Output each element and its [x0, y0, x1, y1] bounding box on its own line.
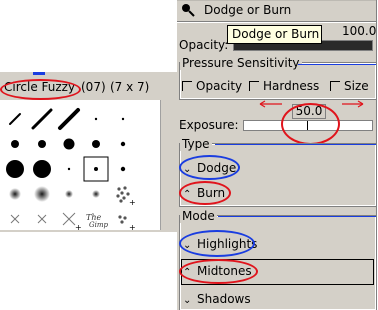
brush-pepper-icon[interactable]: + — [110, 181, 136, 207]
pressure-size-checkbox[interactable]: Size — [330, 79, 369, 93]
annotation-ellipse-exposure — [281, 103, 340, 145]
group-accent-line — [298, 64, 376, 65]
brush-cross-large-icon[interactable]: + — [56, 206, 82, 232]
annotation-ellipse-highlights — [179, 230, 255, 257]
brush-dot-small-icon[interactable] — [110, 131, 136, 157]
brush-dot-tiny-icon[interactable] — [83, 106, 109, 132]
pressure-opacity-checkbox[interactable]: Opacity — [182, 79, 242, 93]
annotation-ellipse-dodge — [179, 155, 240, 180]
arrow-left-icon — [259, 100, 282, 108]
brush-dot-xlarge-icon[interactable] — [29, 156, 55, 182]
brush-size: (7 x 7) — [110, 80, 150, 94]
pressure-sensitivity-title: Pressure Sensitivity — [180, 56, 302, 70]
group-accent-line — [218, 216, 376, 217]
group-accent-line — [215, 144, 376, 145]
brush-gimp-text-icon[interactable]: The Gimp — [83, 206, 109, 232]
brush-dot-medium-icon[interactable] — [83, 131, 109, 157]
pressure-opacity-label: Opacity — [196, 79, 243, 93]
mode-shadows-label: Shadows — [197, 292, 251, 306]
brush-fuzzy-medium-icon[interactable] — [2, 181, 28, 207]
brush-fuzzy-small-icon[interactable] — [83, 181, 109, 207]
brush-dot-large-icon[interactable] — [56, 131, 82, 157]
brush-pepper-small-icon[interactable]: + — [110, 206, 136, 232]
brush-dot-tiny-icon[interactable] — [110, 106, 136, 132]
title-divider — [177, 21, 378, 23]
checkbox-box — [182, 81, 192, 91]
arrow-right-icon — [342, 100, 364, 108]
brush-diagonal-small-line-icon[interactable] — [2, 106, 28, 132]
annotation-ellipse-midtones — [179, 259, 258, 284]
brush-dot-medium-icon[interactable] — [29, 131, 55, 157]
checkbox-box — [330, 81, 340, 91]
svg-text:+: + — [75, 223, 82, 232]
tool-title: Dodge or Burn — [204, 3, 292, 17]
exposure-label: Exposure: — [179, 118, 239, 132]
opacity-label: Opacity: — [179, 38, 229, 52]
annotation-ellipse-burn — [179, 181, 231, 205]
brush-diagonal-line-icon[interactable] — [29, 106, 55, 132]
brush-fuzzy-large-icon[interactable] — [29, 181, 55, 207]
brush-grid-scrollbar[interactable] — [160, 100, 177, 230]
mode-title: Mode — [180, 209, 217, 223]
brush-diagonal-large-line-icon[interactable] — [56, 106, 82, 132]
checkbox-box — [249, 81, 259, 91]
pressure-size-label: Size — [344, 79, 369, 93]
opacity-value[interactable]: 100.0 — [342, 24, 376, 38]
svg-text:+: + — [129, 223, 136, 232]
type-title: Type — [180, 137, 212, 151]
mode-shadows-radio[interactable]: ⌄ Shadows — [183, 292, 251, 306]
brush-dot-medium-icon[interactable] — [2, 131, 28, 157]
brush-dot-small-icon[interactable] — [110, 156, 136, 182]
brush-grid[interactable]: + + The Gimp + — [0, 100, 160, 232]
svg-text:Gimp: Gimp — [89, 221, 108, 229]
brush-cross-icon[interactable] — [2, 206, 28, 232]
chevron-down-icon: ⌄ — [183, 295, 192, 306]
brush-dot-selected-icon[interactable] — [83, 156, 109, 182]
brush-dot-xlarge-icon[interactable] — [2, 156, 28, 182]
brush-fuzzy-small-icon[interactable] — [56, 181, 82, 207]
brush-dot-tiny-icon[interactable] — [56, 156, 82, 182]
brush-panel-accent — [33, 72, 45, 75]
tooltip: Dodge or Burn — [227, 25, 322, 44]
brush-cross-icon[interactable] — [29, 206, 55, 232]
dodge-burn-icon — [182, 4, 195, 17]
brush-spacing: (07) — [81, 80, 106, 94]
annotation-ellipse-brush-name — [0, 79, 81, 100]
pressure-hardness-label: Hardness — [263, 79, 320, 93]
pressure-hardness-checkbox[interactable]: Hardness — [249, 79, 319, 93]
